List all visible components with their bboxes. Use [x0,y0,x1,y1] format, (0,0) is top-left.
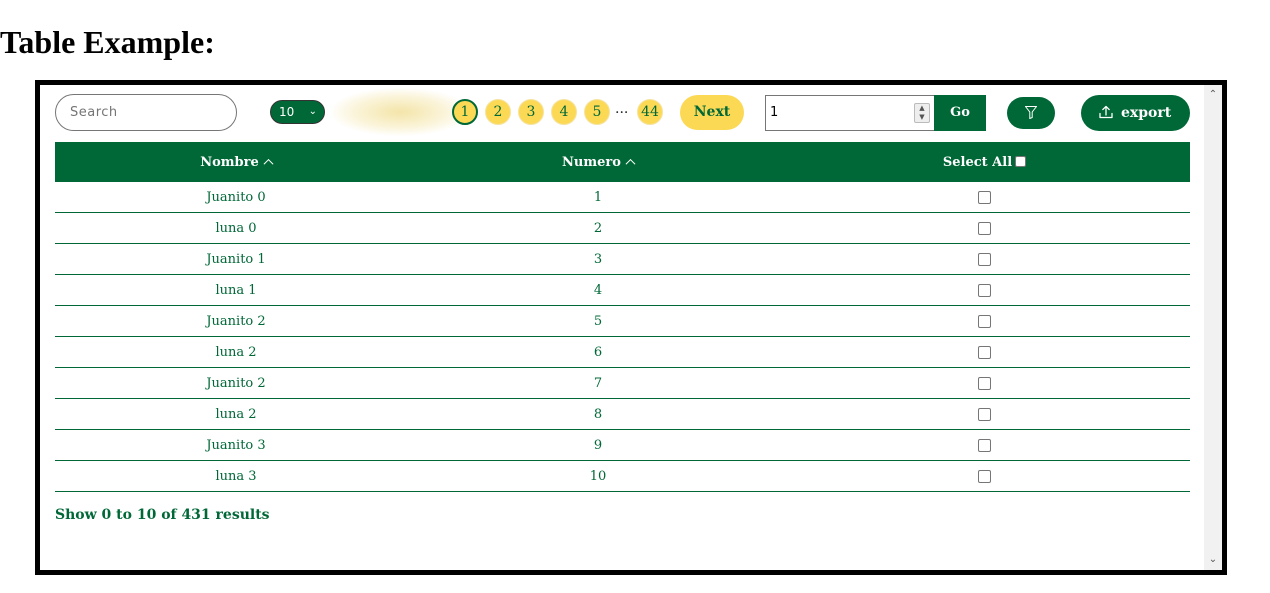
page-size-select[interactable]: 10 ⌄ [270,100,325,124]
data-table: Nombre Numero Select All Juanito 0 1 lun… [55,142,1190,492]
cell-numero: 1 [417,182,779,213]
page-button-last[interactable]: 44 [637,99,663,125]
row-checkbox[interactable] [978,438,991,452]
filter-icon [1025,106,1037,119]
cell-nombre: luna 2 [55,336,417,368]
cell-numero: 6 [417,336,779,368]
results-summary: Show 0 to 10 of 431 results [55,507,270,523]
table-row: luna 2 6 [55,336,1190,368]
table-container: 10 ⌄ 1 2 3 4 5 ... 44 Next 1 ▲▼ Go expor… [35,80,1227,575]
row-checkbox[interactable] [978,190,991,204]
hover-glow [330,88,470,136]
table-row: Juanito 3 9 [55,429,1190,461]
cell-select [779,367,1190,399]
scroll-down-icon[interactable]: ⌄ [1204,552,1222,568]
select-all-checkbox[interactable] [1015,155,1027,167]
cell-select [779,460,1190,492]
cell-numero: 10 [417,460,779,492]
table-row: luna 2 8 [55,398,1190,430]
page-button-4[interactable]: 4 [551,99,577,125]
cell-nombre: Juanito 1 [55,243,417,275]
export-button[interactable]: export [1081,95,1190,131]
cell-numero: 7 [417,367,779,399]
table-row: luna 0 2 [55,212,1190,244]
select-all-label: Select All [942,154,1013,170]
row-checkbox[interactable] [978,469,991,483]
row-checkbox[interactable] [978,283,991,297]
page-button-3[interactable]: 3 [518,99,544,125]
table-row: luna 3 10 [55,460,1190,492]
sort-asc-icon [263,158,274,169]
table-row: Juanito 2 5 [55,305,1190,337]
row-checkbox[interactable] [978,345,991,359]
vertical-scrollbar[interactable]: ⌃ ⌄ [1204,85,1222,570]
cell-select [779,274,1190,306]
cell-select [779,398,1190,430]
cell-nombre: luna 3 [55,460,417,492]
cell-select [779,429,1190,461]
chevron-down-icon: ⌄ [308,106,317,117]
row-checkbox[interactable] [978,252,991,266]
column-header-select-all: Select All [779,142,1190,182]
cell-select [779,182,1190,213]
search-input[interactable] [55,94,237,131]
cell-nombre: luna 0 [55,212,417,244]
page-button-1[interactable]: 1 [452,99,478,125]
cell-nombre: Juanito 0 [55,182,417,213]
row-checkbox[interactable] [978,314,991,328]
pagination-ellipsis: ... [615,101,629,117]
row-checkbox[interactable] [978,407,991,421]
column-header-numero[interactable]: Numero [417,142,779,182]
page-title: Table Example: [0,24,215,60]
export-label: export [1121,105,1172,121]
table-row: Juanito 1 3 [55,243,1190,275]
number-spinner-icon[interactable]: ▲ ▼ [914,103,930,123]
go-button[interactable]: Go [934,95,986,131]
filter-button[interactable] [1007,97,1055,129]
next-button[interactable]: Next [680,95,744,130]
column-header-nombre[interactable]: Nombre [55,142,417,182]
page-button-2[interactable]: 2 [485,99,511,125]
cell-select [779,305,1190,337]
cell-select [779,243,1190,275]
cell-nombre: Juanito 2 [55,305,417,337]
page-button-5[interactable]: 5 [584,99,610,125]
cell-nombre: luna 2 [55,398,417,430]
sort-asc-icon [625,158,636,169]
cell-numero: 8 [417,398,779,430]
cell-numero: 2 [417,212,779,244]
page-size-value: 10 [279,105,295,119]
goto-page-input[interactable]: 1 ▲ ▼ [765,95,935,131]
column-header-label: Nombre [200,154,259,170]
cell-nombre: Juanito 3 [55,429,417,461]
cell-numero: 4 [417,274,779,306]
cell-numero: 3 [417,243,779,275]
cell-nombre: luna 1 [55,274,417,306]
cell-nombre: Juanito 2 [55,367,417,399]
cell-numero: 9 [417,429,779,461]
row-checkbox[interactable] [978,376,991,390]
cell-numero: 5 [417,305,779,337]
table-row: Juanito 0 1 [55,182,1190,213]
scroll-up-icon[interactable]: ⌃ [1204,87,1222,103]
column-header-label: Numero [562,154,621,170]
goto-page-value: 1 [770,105,779,120]
cell-select [779,336,1190,368]
row-checkbox[interactable] [978,221,991,235]
table-row: luna 1 4 [55,274,1190,306]
table-row: Juanito 2 7 [55,367,1190,399]
table-header-row: Nombre Numero Select All [55,142,1190,182]
upload-icon [1099,105,1113,119]
cell-select [779,212,1190,244]
